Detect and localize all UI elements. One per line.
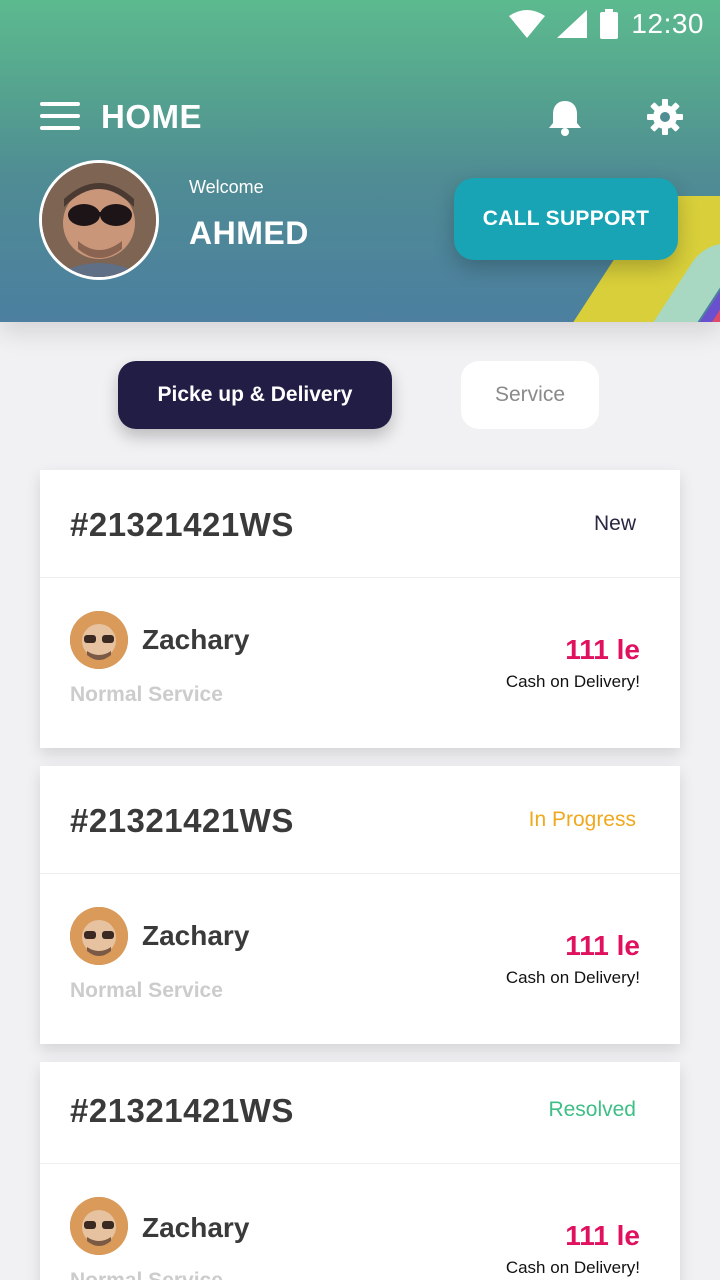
order-id: #21321421WS <box>70 1092 294 1129</box>
tab-service[interactable]: Service <box>461 361 599 429</box>
order-card[interactable]: #21321421WS New Zachary Normal Service 1… <box>40 470 680 748</box>
signal-icon <box>557 10 588 38</box>
service-type: Normal Service <box>70 1269 223 1280</box>
payment-method: Cash on Delivery! <box>505 1258 640 1277</box>
customer-name: Zachary <box>142 920 250 951</box>
customer-avatar <box>70 1197 128 1255</box>
welcome-label: Welcome <box>189 177 264 197</box>
service-type: Normal Service <box>70 683 223 706</box>
wifi-icon <box>509 10 546 38</box>
user-avatar[interactable] <box>39 160 159 280</box>
order-price: 111 le <box>565 634 640 665</box>
battery-icon <box>600 9 619 39</box>
order-card[interactable]: #21321421WS Resolved Zachary Normal Serv… <box>40 1062 680 1280</box>
status-time: 12:30 <box>631 8 704 39</box>
customer-avatar <box>70 611 128 669</box>
order-id: #21321421WS <box>70 802 294 839</box>
user-name: AHMED <box>189 215 309 251</box>
service-type: Normal Service <box>70 979 223 1002</box>
customer-name: Zachary <box>142 624 250 655</box>
page-title: HOME <box>101 98 202 135</box>
payment-method: Cash on Delivery! <box>505 968 640 987</box>
payment-method: Cash on Delivery! <box>505 672 640 691</box>
customer-name: Zachary <box>142 1212 250 1243</box>
call-support-button[interactable]: CALL SUPPORT <box>454 178 678 260</box>
status-bar: 12:30 <box>509 0 720 48</box>
order-price: 111 le <box>565 930 640 961</box>
gear-icon[interactable] <box>646 98 684 136</box>
tab-pickup-delivery[interactable]: Picke up & Delivery <box>118 361 392 429</box>
order-id: #21321421WS <box>70 506 294 543</box>
order-status: Resolved <box>548 1098 636 1121</box>
order-price: 111 le <box>565 1220 640 1251</box>
customer-avatar <box>70 907 128 965</box>
order-status: New <box>593 512 636 535</box>
order-status: In Progress <box>528 808 636 831</box>
app-header: 12:30 HOME Welcome AHMED CALL SUPPORT <box>0 0 720 322</box>
menu-icon[interactable] <box>40 102 80 130</box>
order-card[interactable]: #21321421WS In Progress Zachary Normal S… <box>40 766 680 1044</box>
bell-icon[interactable] <box>546 98 584 136</box>
